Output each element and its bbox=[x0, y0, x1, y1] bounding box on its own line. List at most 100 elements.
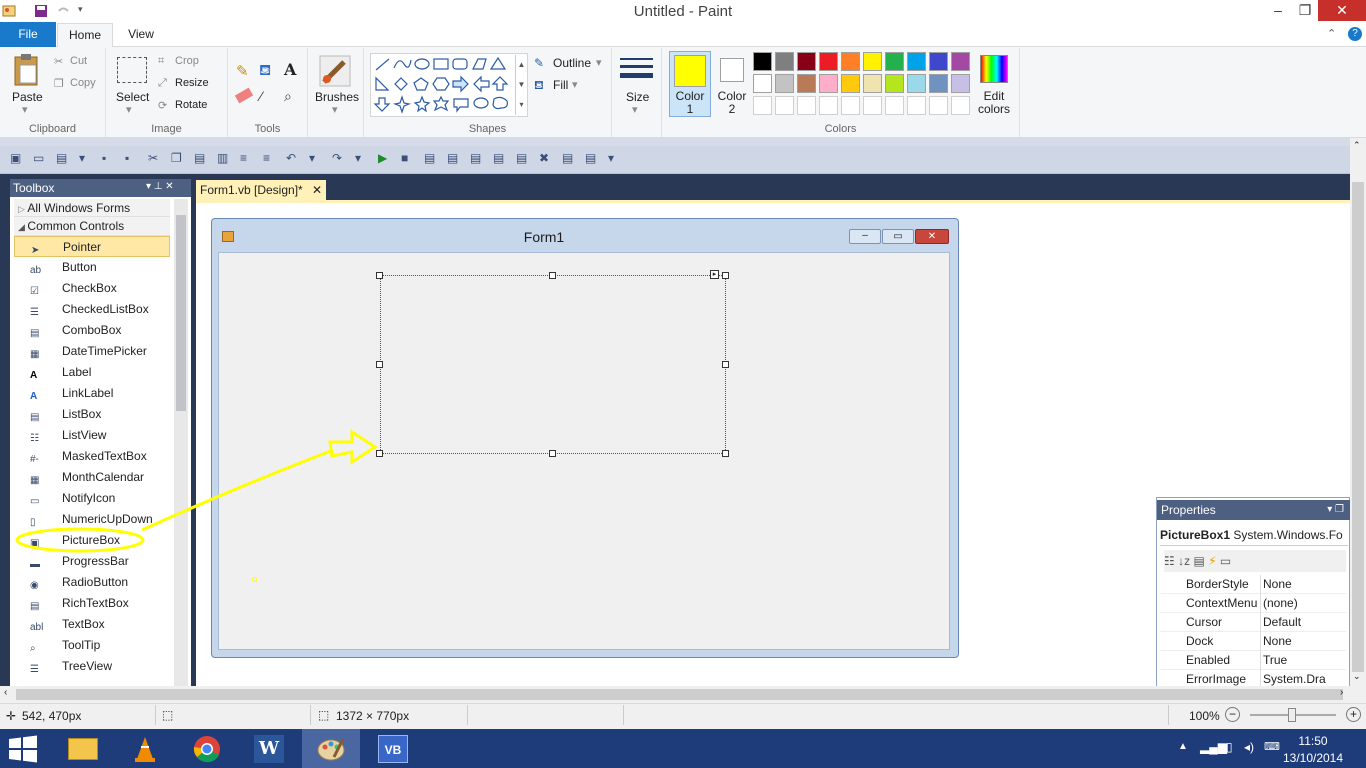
property-value[interactable]: Default bbox=[1260, 613, 1346, 632]
fill-button[interactable]: Fill bbox=[553, 78, 568, 92]
edit-colors-button[interactable]: Edit colors bbox=[976, 90, 1012, 116]
custom-color-slot[interactable] bbox=[929, 96, 948, 115]
resize-handle[interactable] bbox=[549, 450, 556, 457]
fill-icon[interactable]: ⛾ bbox=[534, 78, 544, 94]
pencil-icon[interactable]: ✎ bbox=[236, 62, 249, 80]
property-pages-icon[interactable]: ▭ bbox=[1220, 554, 1231, 568]
form-maximize-button[interactable]: ▭ bbox=[882, 229, 914, 244]
toolbox-item[interactable]: ▤ RichTextBox bbox=[14, 593, 170, 614]
form-close-button[interactable]: ✕ bbox=[915, 229, 949, 244]
edit-colors-icon[interactable] bbox=[980, 55, 1008, 83]
taskbar-file-explorer[interactable] bbox=[54, 729, 112, 768]
palette-color-swatch[interactable] bbox=[819, 74, 838, 93]
taskbar-word[interactable]: W bbox=[240, 729, 298, 768]
brushes-button[interactable]: Brushes bbox=[315, 90, 359, 104]
vs-toolbar-button-icon[interactable]: ❐ bbox=[171, 151, 182, 165]
scroll-right-icon[interactable]: › bbox=[1340, 687, 1343, 698]
vs-toolbar-button-icon[interactable]: ▭ bbox=[33, 151, 44, 165]
toolbox-item[interactable]: ➤ Pointer bbox=[14, 236, 170, 257]
chevron-down-icon[interactable]: ▾ bbox=[572, 78, 578, 91]
vs-toolbar-button-icon[interactable]: ▤ bbox=[194, 151, 205, 165]
scroll-down-icon[interactable]: ⌄ bbox=[1353, 671, 1361, 682]
property-row[interactable]: BorderStyle None bbox=[1160, 575, 1346, 594]
palette-color-swatch[interactable] bbox=[841, 74, 860, 93]
vs-toolbar-button-icon[interactable]: ▤ bbox=[470, 151, 481, 165]
scroll-up-icon[interactable]: ⌃ bbox=[1353, 140, 1361, 151]
horizontal-scrollbar[interactable]: ‹ › bbox=[0, 686, 1366, 703]
toolbox-item[interactable]: A LinkLabel bbox=[14, 383, 170, 404]
palette-color-swatch[interactable] bbox=[863, 52, 882, 71]
taskbar-paint[interactable] bbox=[302, 729, 360, 768]
property-value[interactable]: True bbox=[1260, 651, 1346, 670]
maximize-button[interactable]: ❐ bbox=[1290, 0, 1320, 21]
vs-toolbar-button-icon[interactable]: ↶ bbox=[286, 151, 296, 165]
vertical-scrollbar[interactable]: ⌃ ⌄ bbox=[1350, 138, 1366, 688]
tab-form1-design[interactable]: Form1.vb [Design]* ✕ bbox=[196, 180, 326, 200]
outline-icon[interactable]: ✎ bbox=[534, 56, 544, 70]
select-icon[interactable] bbox=[117, 57, 147, 83]
copy-button[interactable]: Copy bbox=[70, 77, 96, 89]
custom-color-slot[interactable] bbox=[863, 96, 882, 115]
property-row[interactable]: ContextMenu (none) bbox=[1160, 594, 1346, 613]
chevron-down-icon[interactable]: ▾ bbox=[632, 103, 638, 116]
size-button[interactable]: Size bbox=[626, 90, 649, 104]
chevron-down-icon[interactable]: ▾ bbox=[332, 103, 338, 116]
vs-toolbar-button-icon[interactable]: ▥ bbox=[217, 151, 228, 165]
vs-toolbar-button-icon[interactable]: ✖ bbox=[539, 151, 549, 165]
resize-icon[interactable]: ⤢ bbox=[158, 77, 167, 90]
smart-tag-icon[interactable]: ▸ bbox=[710, 270, 719, 279]
resize-handle[interactable] bbox=[722, 361, 729, 368]
palette-color-swatch[interactable] bbox=[819, 52, 838, 71]
toolbox-item[interactable]: ☰ TreeView bbox=[14, 656, 170, 677]
toolbox-item[interactable]: ☰ CheckedListBox bbox=[14, 299, 170, 320]
size-icon[interactable] bbox=[620, 55, 653, 83]
scroll-left-icon[interactable]: ‹ bbox=[4, 687, 7, 698]
resize-handle[interactable] bbox=[722, 272, 729, 279]
palette-color-swatch[interactable] bbox=[841, 52, 860, 71]
property-row[interactable]: Dock None bbox=[1160, 632, 1346, 651]
taskbar-visual-basic[interactable]: VB bbox=[364, 729, 422, 768]
custom-color-slot[interactable] bbox=[797, 96, 816, 115]
palette-color-swatch[interactable] bbox=[775, 74, 794, 93]
taskbar-chrome[interactable] bbox=[178, 729, 236, 768]
resize-button[interactable]: Resize bbox=[175, 77, 209, 89]
paste-button[interactable]: Paste bbox=[12, 90, 43, 104]
vs-toolbar-button-icon[interactable]: ▾ bbox=[309, 151, 315, 165]
palette-color-swatch[interactable] bbox=[797, 74, 816, 93]
toolbox-section-common[interactable]: ◢ Common Controls bbox=[14, 217, 170, 236]
events-icon[interactable]: ⚡ bbox=[1208, 554, 1220, 568]
toolbox-item[interactable]: abl TextBox bbox=[14, 614, 170, 635]
vs-toolbar-button-icon[interactable]: ▾ bbox=[355, 151, 361, 165]
zoom-slider-thumb[interactable] bbox=[1288, 708, 1296, 722]
vs-toolbar-button-icon[interactable]: ▶ bbox=[378, 151, 387, 165]
custom-color-slot[interactable] bbox=[819, 96, 838, 115]
vs-toolbar-button-icon[interactable]: ▤ bbox=[56, 151, 67, 165]
vs-toolbar-button-icon[interactable]: ▤ bbox=[424, 151, 435, 165]
custom-color-slot[interactable] bbox=[951, 96, 970, 115]
palette-color-swatch[interactable] bbox=[907, 74, 926, 93]
cut-icon[interactable]: ✂ bbox=[54, 55, 63, 68]
tab-home[interactable]: Home bbox=[57, 23, 113, 48]
resize-handle[interactable] bbox=[722, 450, 729, 457]
palette-color-swatch[interactable] bbox=[885, 74, 904, 93]
vs-toolbar-button-icon[interactable]: ▤ bbox=[447, 151, 458, 165]
clock-time[interactable]: 11:50 bbox=[1283, 734, 1343, 748]
zoom-out-button[interactable]: − bbox=[1225, 707, 1240, 722]
palette-color-swatch[interactable] bbox=[775, 52, 794, 71]
custom-color-slot[interactable] bbox=[753, 96, 772, 115]
vs-toolbar-button-icon[interactable]: ≡ bbox=[263, 151, 270, 165]
show-hidden-icons[interactable]: ▲ bbox=[1178, 741, 1188, 752]
brushes-icon[interactable] bbox=[318, 54, 352, 88]
toolbox-item[interactable]: ◉ RadioButton bbox=[14, 572, 170, 593]
vs-toolbar-button-icon[interactable]: ▤ bbox=[585, 151, 596, 165]
property-row[interactable]: Cursor Default bbox=[1160, 613, 1346, 632]
chevron-down-icon[interactable]: ▾ bbox=[22, 103, 28, 116]
vs-toolbar-button-icon[interactable]: ✂ bbox=[148, 151, 158, 165]
chevron-down-icon[interactable]: ▾ bbox=[126, 103, 132, 116]
vs-toolbar-button-icon[interactable]: ▪ bbox=[125, 151, 129, 165]
toolbox-item[interactable]: A Label bbox=[14, 362, 170, 383]
alphabetical-icon[interactable]: ↓z bbox=[1178, 554, 1193, 568]
taskbar-vlc[interactable] bbox=[116, 729, 174, 768]
rotate-button[interactable]: Rotate bbox=[175, 99, 207, 111]
properties-object-selector[interactable]: PictureBox1 System.Windows.Fo bbox=[1160, 524, 1348, 546]
